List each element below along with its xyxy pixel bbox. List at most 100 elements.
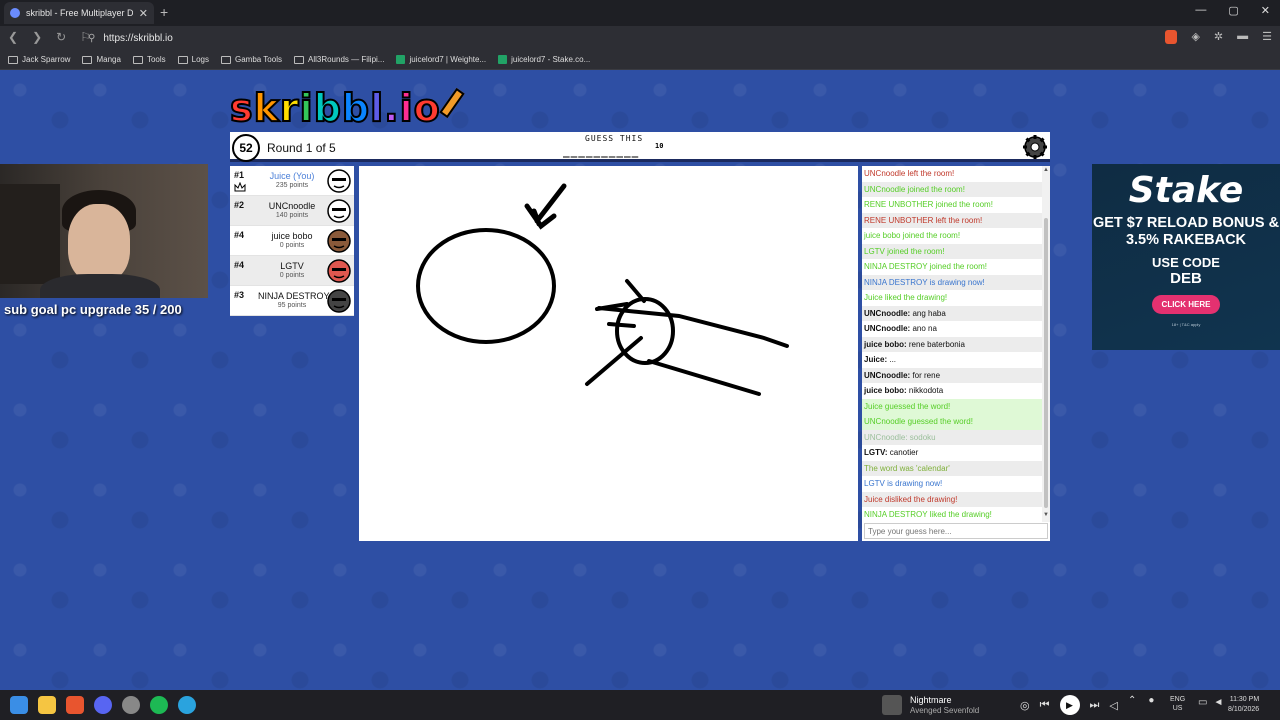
back-icon[interactable]: ❮ <box>8 30 18 44</box>
next-icon[interactable]: ⏭ <box>1090 699 1100 712</box>
ad-click-here-button[interactable]: CLICK HERE <box>1151 295 1221 314</box>
language-indicator[interactable]: ENG US <box>1170 695 1185 713</box>
bookmark-logs[interactable]: Logs <box>177 55 209 64</box>
chat-text: rene baterbonia <box>906 339 965 349</box>
player-avatar-icon <box>327 199 351 223</box>
toolbar-right: ◈ ✲ ▬ ☰ <box>1165 30 1272 44</box>
bookmark-juicelord-stake[interactable]: juicelord7 - Stake.co... <box>498 55 590 64</box>
bookmark-all3rounds[interactable]: All3Rounds — Filipi... <box>293 55 384 64</box>
player-rank: #3 <box>234 290 245 300</box>
bookmark-label: juicelord7 - Stake.co... <box>511 55 591 64</box>
scroll-down-icon[interactable]: ▼ <box>1043 512 1049 518</box>
bookmark-label: Manga <box>96 55 121 64</box>
browser-tab[interactable]: skribbl - Free Multiplayer Drawin ✕ <box>4 2 154 24</box>
obs-icon[interactable] <box>122 696 140 714</box>
bookmark-jack-sparrow[interactable]: Jack Sparrow <box>8 55 70 64</box>
network-icon[interactable]: ▭ <box>1198 697 1207 708</box>
start-icon[interactable] <box>10 696 28 714</box>
media-controls: ◎ ⏮ ▶ ⏭ ◁ <box>1020 695 1118 715</box>
player-points: 95 points <box>277 302 307 309</box>
chat-text: canotier <box>887 448 919 457</box>
ad-use-code: USE CODE <box>1152 255 1220 270</box>
settings-gear-icon[interactable] <box>1022 134 1048 160</box>
guess-this-label: GUESS THIS <box>585 134 644 143</box>
sub-goal-text: sub goal pc upgrade 35 / 200 <box>4 302 182 317</box>
chat-message: UNCnoodle: sodoku <box>862 429 1042 445</box>
player-points: 140 points <box>275 212 309 219</box>
taskbar-clock[interactable]: 11:30 PM 8/10/2026 <box>1228 695 1259 715</box>
spotify-icon[interactable] <box>150 696 168 714</box>
repeat-icon[interactable]: ◎ <box>1020 699 1030 712</box>
player-row[interactable]: #4 juice bobo 0 points <box>230 226 354 256</box>
file-explorer-icon[interactable] <box>38 696 56 714</box>
word-length: 10 <box>655 142 664 150</box>
bookmark-manga[interactable]: Manga <box>82 55 121 64</box>
player-avatar-icon <box>327 259 351 283</box>
chat-message: NINJA DESTROY is drawing now! <box>862 274 1042 290</box>
crown-icon <box>234 182 246 192</box>
bookmarks-bar: Jack Sparrow Manga Tools Logs Gamba Tool… <box>0 50 1280 70</box>
brave-icon[interactable] <box>66 696 84 714</box>
vpn-icon[interactable]: ▬ <box>1237 30 1248 44</box>
word-hint: __________ <box>563 145 640 158</box>
forward-icon[interactable]: ❯ <box>32 30 42 44</box>
microphone-icon[interactable]: ● <box>1148 695 1154 706</box>
play-icon[interactable]: ▶ <box>1059 695 1080 715</box>
player-row[interactable]: #3 NINJA DESTROY 95 points <box>230 286 354 316</box>
bookmark-tools[interactable]: Tools <box>132 55 166 64</box>
telegram-icon[interactable] <box>178 696 196 714</box>
wallet-icon[interactable]: ◈ <box>1191 30 1199 44</box>
skribbl-logo: skribbl.io <box>229 85 465 131</box>
sheets-icon <box>498 55 508 64</box>
logo-letter: i <box>399 85 414 131</box>
logo-letter: l <box>369 85 385 131</box>
close-window-icon[interactable]: ✕ <box>1261 4 1270 17</box>
chat-message: juice bobo joined the room! <box>864 231 961 240</box>
bookmark-juicelord-weighted[interactable]: juicelord7 | Weighte... <box>396 55 486 64</box>
window-controls: — ▢ ✕ <box>1195 4 1270 17</box>
maximize-icon[interactable]: ▢ <box>1228 4 1238 17</box>
extensions-icon[interactable]: ✲ <box>1214 30 1223 44</box>
discord-icon[interactable] <box>94 696 112 714</box>
chat-scrollbar[interactable]: ▲ ▼ <box>1042 166 1050 522</box>
chat-user: UNCnoodle: <box>864 324 911 333</box>
minimize-icon[interactable]: — <box>1195 4 1206 17</box>
now-playing[interactable]: Nightmare Avenged Sevenfold <box>882 693 1022 717</box>
tray-chevron-icon[interactable]: ⌃ <box>1128 695 1136 706</box>
player-name: NINJA DESTROY <box>258 291 330 301</box>
menu-icon[interactable]: ☰ <box>1262 30 1272 44</box>
player-points: 235 points <box>275 182 309 189</box>
guess-input[interactable] <box>864 523 1048 539</box>
browser-tab-bar: skribbl - Free Multiplayer Drawin ✕ + — … <box>0 0 1280 26</box>
logo-letter: o <box>413 85 441 131</box>
volume-icon[interactable]: ◄ <box>1213 697 1223 708</box>
new-tab-icon[interactable]: + <box>160 4 168 20</box>
player-row[interactable]: #4 LGTV 0 points <box>230 256 354 286</box>
close-tab-icon[interactable]: ✕ <box>139 7 148 20</box>
scroll-up-icon[interactable]: ▲ <box>1043 167 1049 173</box>
volume-mini-icon[interactable]: ◁ <box>1109 699 1117 712</box>
player-rank: #4 <box>234 260 245 270</box>
scroll-thumb[interactable] <box>1044 218 1048 508</box>
chat-message: RENE UNBOTHER left the room! <box>862 212 1042 228</box>
previous-icon[interactable]: ⏮ <box>1040 699 1050 712</box>
site-info-icon[interactable]: ⚲ <box>88 33 95 44</box>
url-field[interactable]: ⚲ https://skribbl.io <box>88 29 173 47</box>
brave-shield-icon[interactable] <box>1165 30 1178 44</box>
stake-ad[interactable]: Stake GET $7 RELOAD BONUS & 3.5% RAKEBAC… <box>1092 164 1280 350</box>
player-avatar-icon <box>327 169 351 193</box>
player-name: UNCnoodle <box>268 201 316 211</box>
player-list: #1 Juice (You) 235 points #2 UNCnoodle 140 po… <box>230 166 354 316</box>
player-row[interactable]: #2 UNCnoodle 140 points <box>230 196 354 226</box>
chat-text: nikkodota <box>906 386 944 395</box>
reload-icon[interactable]: ↻ <box>56 30 66 44</box>
chat-message: Juice liked the drawing! <box>864 293 948 302</box>
bookmark-gamba-tools[interactable]: Gamba Tools <box>220 55 282 64</box>
chat-message: Juice: ... <box>862 352 1042 368</box>
player-avatar-icon <box>327 229 351 253</box>
player-row[interactable]: #1 Juice (You) 235 points <box>230 166 354 196</box>
drawing-canvas[interactable] <box>359 166 858 541</box>
ad-code: DEB <box>1170 270 1202 287</box>
player-rank: #2 <box>234 200 245 210</box>
chat-user: UNCnoodle: <box>864 308 911 318</box>
